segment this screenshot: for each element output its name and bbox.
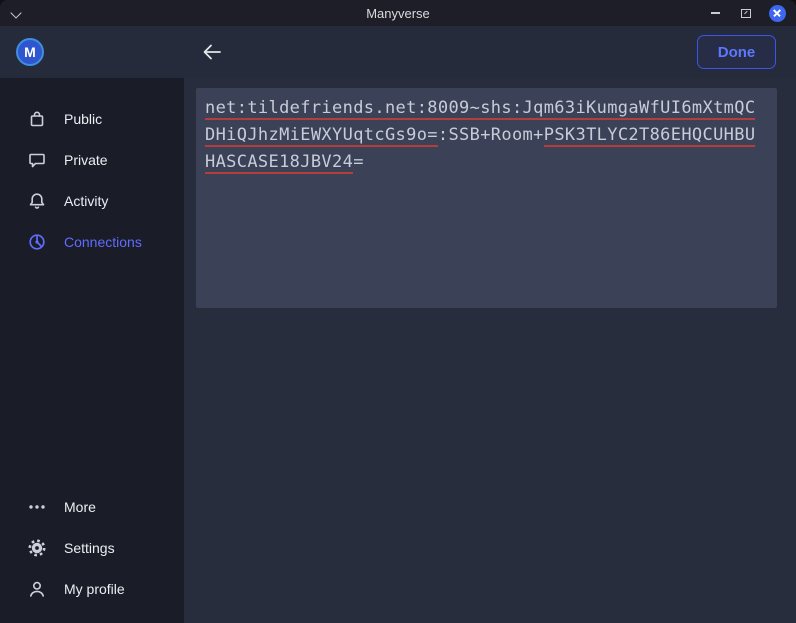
sidebar-item-label: Connections [64,234,142,250]
sidebar-bottom-group: More Settings My profile [0,486,184,609]
sidebar: Public Private Activity Connections [0,78,184,623]
sidebar-item-label: Private [64,152,108,168]
close-button[interactable] [768,4,786,22]
invite-code-line: DHiQJhzMiEWXYUqtcGs9o=:SSB+Room+PSK3TLYC… [205,122,768,149]
sidebar-item-label: Public [64,111,102,127]
restore-button[interactable] [737,4,755,22]
app-header: M Done [0,26,796,78]
back-button[interactable] [201,41,223,63]
minimize-icon [711,12,720,14]
sidebar-item-my-profile[interactable]: My profile [0,568,184,609]
sidebar-item-private[interactable]: Private [0,139,184,180]
restore-icon [741,9,751,18]
back-arrow-icon [201,41,223,63]
invite-code-line: HASCASE18JBV24= [205,149,768,176]
window-title: Manyverse [0,6,796,21]
sidebar-item-label: More [64,499,96,515]
window-controls [706,0,786,26]
minimize-button[interactable] [706,4,724,22]
manyverse-window: Manyverse M Done Public Pr [0,0,796,623]
sidebar-item-label: My profile [64,581,125,597]
invite-code-line: net:tildefriends.net:8009~shs:Jqm63iKumg… [205,95,768,122]
sidebar-item-activity[interactable]: Activity [0,180,184,221]
sidebar-item-connections[interactable]: Connections [0,221,184,262]
profile-icon [27,579,47,599]
sidebar-item-settings[interactable]: Settings [0,527,184,568]
connections-icon [27,232,47,252]
gear-icon [27,538,47,558]
invite-text-segment: HASCASE18JBV24 [205,152,353,174]
invite-text-segment: DHiQJhzMiEWXYUqtcGs9o= [205,125,438,147]
manyverse-logo: M [16,38,44,66]
invite-text-segment: PSK3TLYC2T86EHQCUHBU [544,125,756,147]
more-dots-icon [27,497,47,517]
main-content: net:tildefriends.net:8009~shs:Jqm63iKumg… [184,78,796,623]
private-icon [27,150,47,170]
sidebar-item-more[interactable]: More [0,486,184,527]
sidebar-item-public[interactable]: Public [0,98,184,139]
sidebar-item-label: Settings [64,540,115,556]
activity-icon [27,191,47,211]
invite-text-segment: :SSB+Room+ [438,125,544,145]
invite-text-segment: = [353,152,364,172]
close-icon [769,5,786,22]
done-button[interactable]: Done [697,35,776,69]
public-icon [27,109,47,129]
sidebar-item-label: Activity [64,193,108,209]
window-titlebar: Manyverse [0,0,796,26]
invite-text-segment: net:tildefriends.net:8009~shs:Jqm63iKumg… [205,98,755,120]
invite-code-input[interactable]: net:tildefriends.net:8009~shs:Jqm63iKumg… [196,88,777,308]
